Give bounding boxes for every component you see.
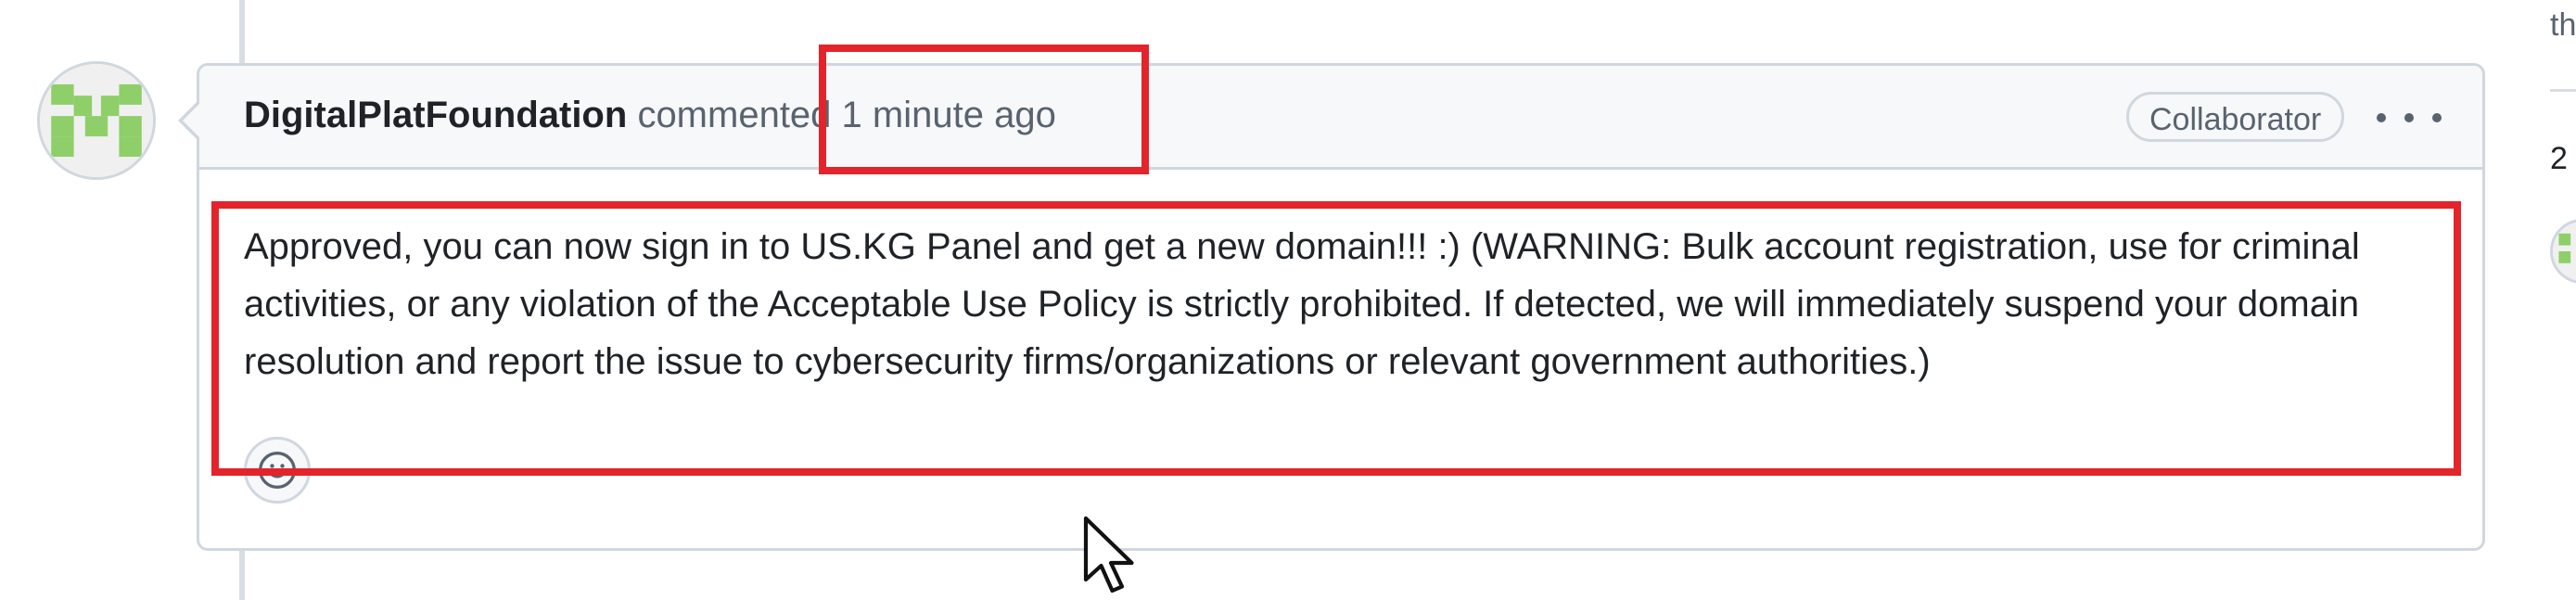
identicon-avatar-icon <box>40 64 153 177</box>
collaborator-badge: Collaborator <box>2126 92 2345 142</box>
mouse-pointer-icon <box>1083 516 1134 594</box>
sidebar-clipped-text: th <box>2550 7 2576 43</box>
kebab-dot <box>2404 113 2414 122</box>
kebab-dot <box>2432 113 2442 122</box>
comment-options-button[interactable] <box>2377 99 2442 136</box>
sidebar-participants-count: 2 <box>2550 141 2568 176</box>
sidebar-divider <box>2550 89 2576 92</box>
author-name-link[interactable]: DigitalPlatFoundation <box>244 95 627 135</box>
author-avatar[interactable] <box>37 61 156 180</box>
body-highlight-box <box>211 201 2461 476</box>
comment-action: commented <box>637 95 832 135</box>
kebab-dot <box>2377 113 2386 122</box>
issue-timeline: DigitalPlatFoundation commented 1 minute… <box>0 0 2576 600</box>
comment-pointer-fill <box>183 103 200 138</box>
comment-header: DigitalPlatFoundation commented 1 minute… <box>199 66 2482 170</box>
timestamp-highlight-box <box>819 45 1149 174</box>
sidebar-participant-avatar[interactable] <box>2550 219 2576 284</box>
identicon-avatar-icon <box>2553 222 2576 281</box>
